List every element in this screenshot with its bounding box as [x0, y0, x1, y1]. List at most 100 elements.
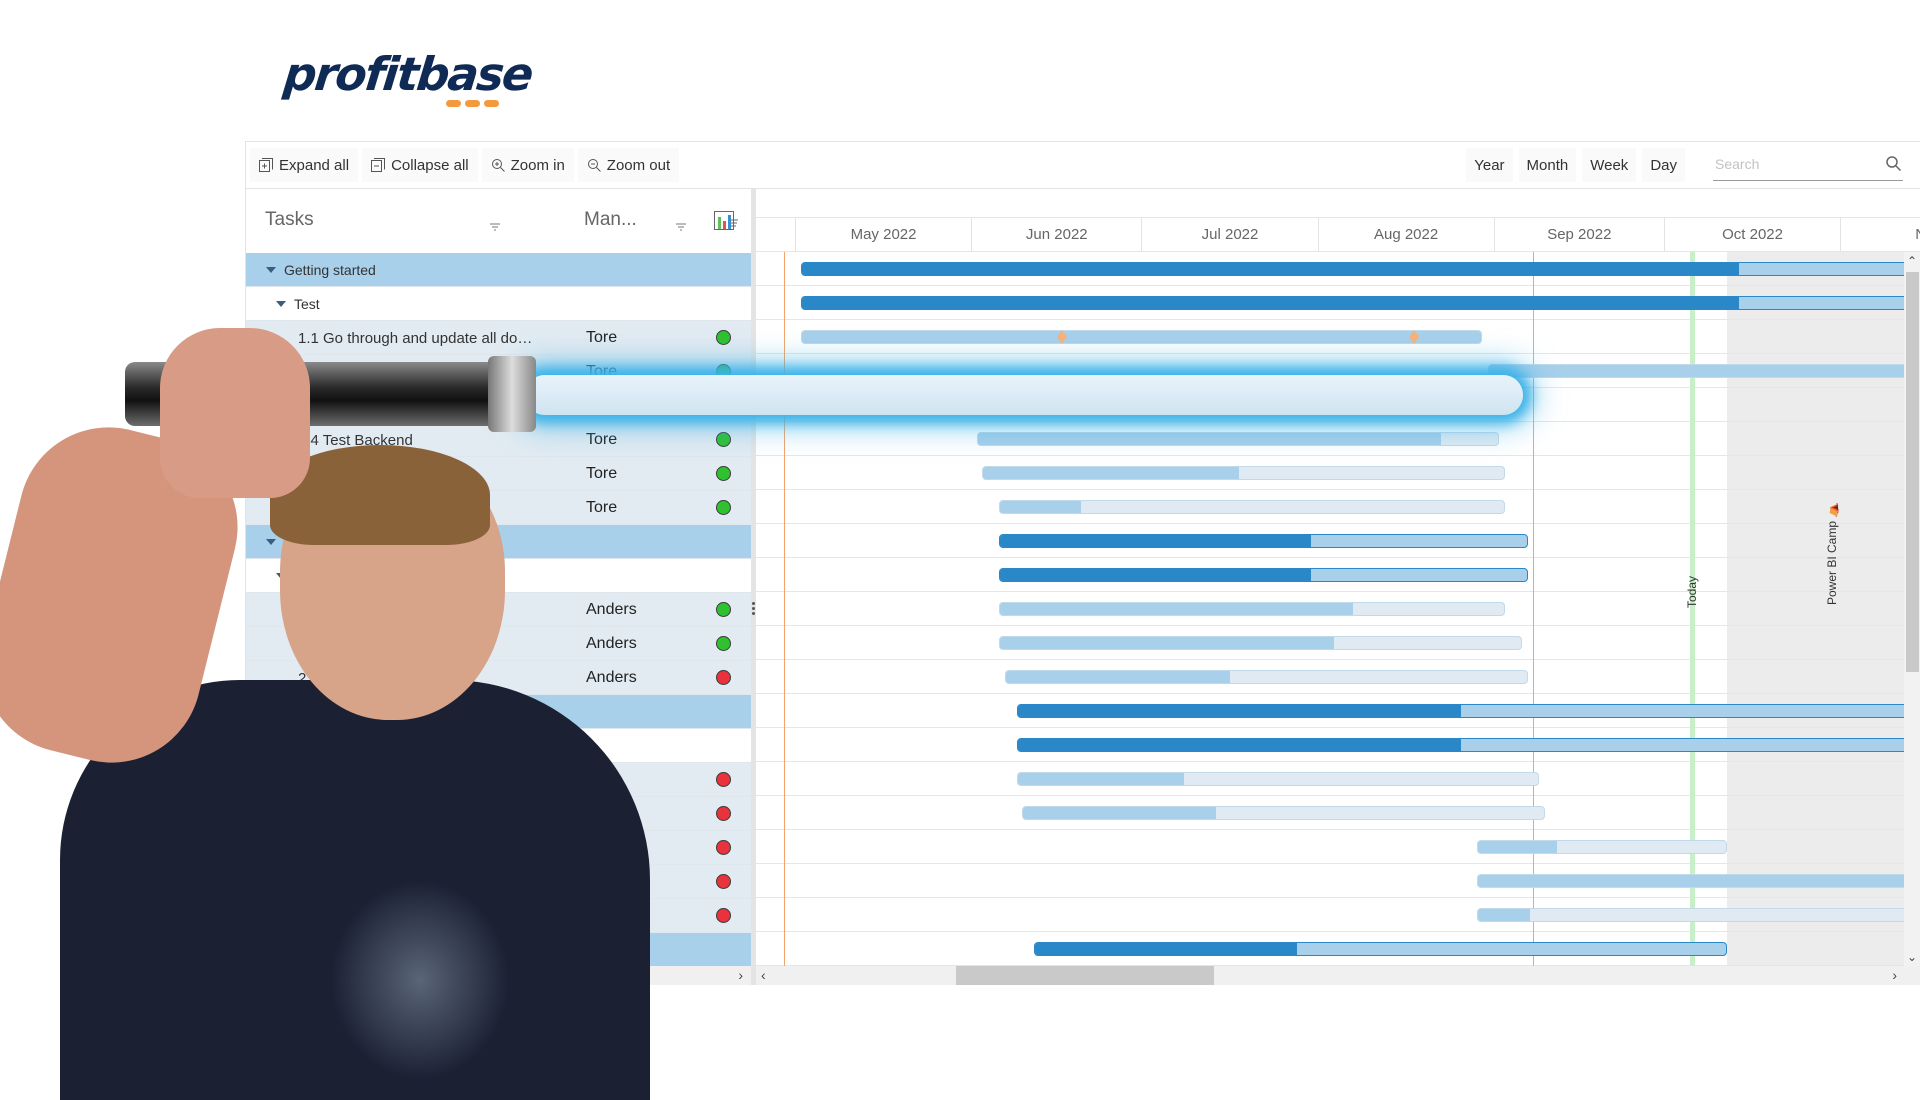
task-bar[interactable]: [999, 602, 1505, 616]
task-bar[interactable]: [999, 636, 1523, 650]
chart-vertical-scrollbar[interactable]: ⌃ ⌄: [1904, 252, 1920, 966]
manager-filter-icon[interactable]: [675, 219, 687, 231]
column-header-manager[interactable]: Man...: [584, 209, 637, 231]
subgroup-row[interactable]: Test: [246, 287, 751, 321]
view-year-button[interactable]: Year: [1466, 148, 1513, 182]
task-bar[interactable]: [1487, 364, 1904, 378]
summary-bar[interactable]: [999, 568, 1528, 582]
progress-fill: [801, 297, 1740, 309]
task-manager: Anders: [586, 601, 637, 618]
progress-fill: [1006, 671, 1230, 683]
zoom-out-button[interactable]: Zoom out: [577, 148, 680, 182]
summary-bar[interactable]: [1033, 942, 1727, 956]
progress-fill: [1000, 501, 1082, 513]
zoom-in-icon: [491, 158, 505, 172]
column-chooser-icon[interactable]: [714, 211, 738, 231]
view-week-button[interactable]: Week: [1582, 148, 1637, 182]
task-bar[interactable]: [1476, 840, 1727, 854]
collapse-caret-icon[interactable]: [266, 267, 276, 273]
scroll-left-icon[interactable]: ‹: [761, 967, 766, 983]
scroll-up-icon[interactable]: ⌃: [1907, 254, 1917, 268]
status-green-indicator: [716, 636, 731, 651]
timeline-upper-scale: [756, 189, 1920, 218]
expand-all-button[interactable]: Expand all: [250, 148, 359, 182]
collapse-all-button[interactable]: Collapse all: [362, 148, 478, 182]
task-manager: Anders: [586, 635, 637, 652]
zoom-in-button[interactable]: Zoom in: [481, 148, 574, 182]
status-red-indicator: [716, 772, 731, 787]
task-bar[interactable]: [976, 432, 1500, 446]
summary-bar[interactable]: [1016, 738, 1904, 752]
scroll-down-icon[interactable]: ⌄: [1907, 950, 1917, 964]
grid-header: Tasks Man...: [246, 189, 751, 254]
view-day-button[interactable]: Day: [1642, 148, 1685, 182]
status-green-indicator: [716, 602, 731, 617]
logo-dots: [446, 100, 499, 107]
progress-fill: [977, 433, 1442, 445]
progress-fill: [1000, 637, 1334, 649]
collapse-icon: [371, 158, 386, 172]
shirt-graphic: [330, 880, 510, 1080]
task-bar[interactable]: [1022, 806, 1545, 820]
search-icon[interactable]: [1886, 155, 1902, 176]
status-green-indicator: [716, 330, 731, 345]
vertical-scroll-thumb[interactable]: [1906, 272, 1919, 672]
presenter-hand: [160, 328, 310, 498]
tasks-filter-icon[interactable]: [489, 219, 501, 231]
task-bar[interactable]: [999, 500, 1505, 514]
month-label: Oct 2022: [1664, 218, 1840, 251]
task-bar[interactable]: [800, 330, 1483, 344]
task-manager: Anders: [586, 669, 637, 686]
progress-fill: [1017, 739, 1462, 751]
zoom-out-icon: [587, 158, 601, 172]
month-label: Nov: [1840, 218, 1920, 251]
column-header-tasks[interactable]: Tasks: [265, 209, 314, 231]
progress-fill: [1477, 909, 1531, 921]
scroll-right-icon[interactable]: ›: [1892, 967, 1897, 983]
today-line: [1690, 252, 1696, 966]
task-bar[interactable]: [1005, 670, 1528, 684]
progress-fill: [1488, 365, 1904, 377]
task-row[interactable]: 1.1 Go through and update all do… Tore: [246, 321, 751, 355]
task-bar[interactable]: [1476, 874, 1904, 888]
timeline-header: May 2022 Jun 2022 Jul 2022 Aug 2022 Sep 2022…: [756, 189, 1920, 252]
summary-bar[interactable]: [1016, 704, 1904, 718]
progress-fill: [801, 331, 1482, 343]
scroll-right-icon[interactable]: ›: [738, 967, 743, 983]
month-label: Jul 2022: [1141, 218, 1317, 251]
month-label: Jun 2022: [971, 218, 1141, 251]
progress-fill: [1034, 943, 1298, 955]
summary-bar[interactable]: [800, 296, 1904, 310]
summary-bar[interactable]: [999, 534, 1528, 548]
status-red-indicator: [716, 806, 731, 821]
task-name: 1.1 Go through and update all do…: [298, 330, 533, 347]
task-bar[interactable]: [1476, 908, 1904, 922]
search-box: [1713, 149, 1903, 181]
expand-all-label: Expand all: [279, 156, 350, 174]
view-month-button[interactable]: Month: [1518, 148, 1577, 182]
progress-fill: [1000, 569, 1311, 581]
task-manager: Tore: [586, 431, 618, 448]
progress-fill: [1000, 603, 1353, 615]
chart-horizontal-scrollbar[interactable]: ‹ ›: [756, 966, 1920, 985]
toolbar: Expand all Collapse all Zoom in Zoom out…: [246, 142, 1920, 189]
collapse-caret-icon[interactable]: [266, 539, 276, 545]
lightsaber-blade: [525, 375, 1523, 415]
status-red-indicator: [716, 670, 731, 685]
search-input[interactable]: [1713, 149, 1877, 178]
group-row[interactable]: Getting started: [246, 253, 751, 287]
event-camp-icon: ⛺: [1824, 502, 1839, 521]
event-label-text: Power BI Camp: [1824, 520, 1839, 605]
summary-bar[interactable]: [800, 262, 1904, 276]
task-bar[interactable]: [982, 466, 1505, 480]
progress-fill: [1000, 535, 1311, 547]
task-bar[interactable]: [1016, 772, 1540, 786]
progress-fill: [801, 263, 1740, 275]
status-green-indicator: [716, 432, 731, 447]
zoom-in-label: Zoom in: [510, 156, 565, 174]
progress-fill: [1477, 841, 1557, 853]
month-label: Sep 2022: [1493, 218, 1664, 251]
horizontal-scroll-thumb[interactable]: [956, 966, 1214, 985]
gantt-row: [756, 830, 1904, 864]
collapse-caret-icon[interactable]: [276, 301, 286, 307]
